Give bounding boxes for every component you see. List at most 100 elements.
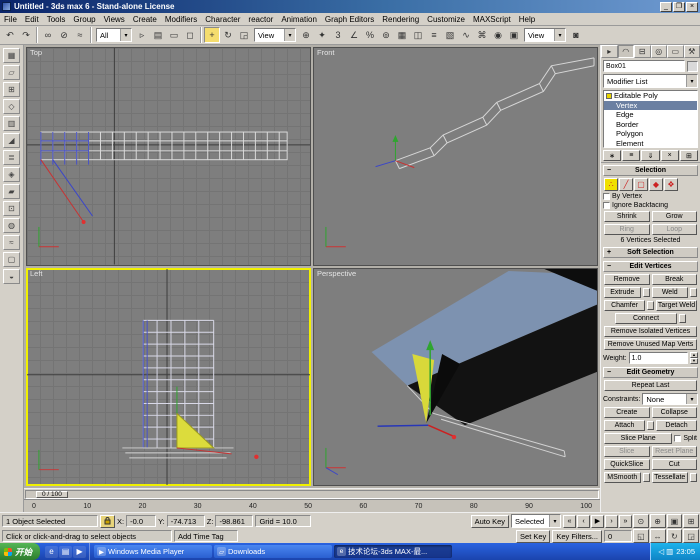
- redo-icon[interactable]: ↷: [18, 27, 34, 43]
- time-slider-handle[interactable]: 0 / 100: [36, 491, 68, 498]
- media-player-quicklaunch-icon[interactable]: ▶: [73, 546, 86, 558]
- make-unique-icon[interactable]: ⇓: [641, 150, 659, 161]
- remove-unused-map-verts-button[interactable]: Remove Unused Map Verts: [604, 339, 697, 350]
- add-time-tag[interactable]: Add Time Tag: [174, 530, 238, 542]
- polygon-mode-icon[interactable]: ◆: [649, 178, 663, 191]
- slice-button[interactable]: Slice: [604, 446, 650, 457]
- spinner-snap-icon[interactable]: ⊚: [378, 27, 394, 43]
- configure-modifier-sets-icon[interactable]: ⊞: [680, 150, 698, 161]
- region-zoom-icon[interactable]: ◱: [633, 529, 649, 543]
- dock-tool-icon-6[interactable]: ◢: [3, 133, 20, 148]
- shrink-button[interactable]: Shrink: [604, 211, 650, 222]
- border-mode-icon[interactable]: ▢: [634, 178, 648, 191]
- mirror-icon[interactable]: ◫: [410, 27, 426, 43]
- connect-button[interactable]: Connect: [615, 313, 677, 324]
- show-end-result-icon[interactable]: ≡: [622, 150, 640, 161]
- by-vertex-checkbox[interactable]: [603, 193, 610, 200]
- z-coordinate-field[interactable]: -98.861: [215, 515, 253, 527]
- named-selection-sets-icon[interactable]: ▦: [394, 27, 410, 43]
- ie-quicklaunch-icon[interactable]: e: [45, 546, 58, 558]
- menu-item[interactable]: reactor: [244, 13, 277, 25]
- show-desktop-icon[interactable]: ▤: [59, 546, 72, 558]
- menu-item[interactable]: Create: [129, 13, 161, 25]
- create-tab-icon[interactable]: ▸: [601, 45, 618, 58]
- element-mode-icon[interactable]: ❖: [664, 178, 678, 191]
- percent-snap-icon[interactable]: %: [362, 27, 378, 43]
- dock-tool-icon-10[interactable]: ⊡: [3, 201, 20, 216]
- menu-item[interactable]: File: [0, 13, 21, 25]
- menu-item[interactable]: Character: [201, 13, 244, 25]
- dock-tool-icon-2[interactable]: ▱: [3, 65, 20, 80]
- go-to-start-icon[interactable]: «: [563, 515, 576, 528]
- dock-tool-icon-3[interactable]: ⊞: [3, 82, 20, 97]
- collapse-button[interactable]: Collapse: [652, 407, 698, 418]
- unlink-selection-icon[interactable]: ⊘: [56, 27, 72, 43]
- loop-button[interactable]: Loop: [652, 224, 698, 235]
- menu-item[interactable]: MAXScript: [469, 13, 515, 25]
- render-scene-icon[interactable]: ▣: [506, 27, 522, 43]
- extrude-settings-icon[interactable]: [643, 288, 650, 297]
- ignore-backfacing-checkbox[interactable]: [603, 202, 610, 209]
- object-name-field[interactable]: Box01: [603, 60, 685, 72]
- viewport-perspective[interactable]: Perspective: [313, 268, 598, 487]
- viewport-top-label[interactable]: Top: [30, 48, 42, 57]
- select-and-link-icon[interactable]: ∞: [40, 27, 56, 43]
- selection-filter-dropdown[interactable]: All ▾: [96, 28, 132, 42]
- chamfer-settings-icon[interactable]: [647, 301, 654, 310]
- stack-subobject-item[interactable]: Vertex: [604, 101, 697, 111]
- close-button[interactable]: ×: [686, 2, 698, 12]
- start-button[interactable]: 开始: [0, 543, 40, 560]
- remove-button[interactable]: Remove: [604, 274, 650, 285]
- slice-plane-button[interactable]: Slice Plane: [604, 433, 672, 444]
- quickslice-button[interactable]: QuickSlice: [604, 459, 650, 470]
- select-and-rotate-icon[interactable]: ↻: [220, 27, 236, 43]
- attach-button[interactable]: Attach: [604, 420, 645, 431]
- modify-tab-icon[interactable]: ◠: [618, 45, 635, 58]
- task-downloads[interactable]: ▱ Downloads: [214, 545, 332, 558]
- align-icon[interactable]: ≡: [426, 27, 442, 43]
- stack-subobject-item[interactable]: Edge: [604, 110, 697, 120]
- edit-vertices-rollout-header[interactable]: − Edit Vertices: [603, 261, 698, 272]
- msmooth-settings-icon[interactable]: [643, 473, 650, 482]
- menu-item[interactable]: Customize: [423, 13, 469, 25]
- viewport-front-label[interactable]: Front: [317, 48, 335, 57]
- target-weld-button[interactable]: Target Weld: [656, 300, 697, 311]
- time-slider-track[interactable]: 0 / 100: [25, 490, 599, 499]
- soft-selection-rollout-header[interactable]: + Soft Selection: [603, 247, 698, 258]
- network-tray-icon[interactable]: ▥: [666, 547, 673, 556]
- quick-render-icon[interactable]: ◙: [568, 27, 584, 43]
- menu-item[interactable]: Edit: [21, 13, 43, 25]
- viewport-top[interactable]: Top: [26, 47, 311, 266]
- object-color-swatch[interactable]: [687, 61, 698, 72]
- tessellate-button[interactable]: Tessellate: [652, 472, 689, 483]
- menu-item[interactable]: Tools: [43, 13, 70, 25]
- stack-subobject-item[interactable]: Element: [604, 139, 697, 149]
- dock-tool-icon-4[interactable]: ◇: [3, 99, 20, 114]
- dock-tool-icon-13[interactable]: ▢: [3, 252, 20, 267]
- select-and-move-icon[interactable]: +: [204, 27, 220, 43]
- split-checkbox[interactable]: [674, 435, 681, 442]
- dock-tool-icon-5[interactable]: ▥: [3, 116, 20, 131]
- next-frame-icon[interactable]: ›: [605, 515, 618, 528]
- modifier-list-dropdown[interactable]: Modifier List ▾: [603, 74, 698, 88]
- menu-item[interactable]: Animation: [277, 13, 321, 25]
- connect-settings-icon[interactable]: [679, 314, 686, 323]
- auto-key-button[interactable]: Auto Key: [471, 515, 509, 528]
- dock-tool-icon-9[interactable]: ▰: [3, 184, 20, 199]
- menu-item[interactable]: Graph Editors: [321, 13, 378, 25]
- select-and-manipulate-icon[interactable]: ✦: [314, 27, 330, 43]
- render-type-dropdown[interactable]: View ▾: [524, 28, 566, 42]
- pin-stack-icon[interactable]: ∗: [603, 150, 621, 161]
- dock-tool-icon-8[interactable]: ◈: [3, 167, 20, 182]
- zoom-extents-all-icon[interactable]: ⊞: [683, 514, 699, 528]
- schematic-view-icon[interactable]: ⌘: [474, 27, 490, 43]
- key-filters-button[interactable]: Key Filters...: [552, 530, 602, 543]
- layer-manager-icon[interactable]: ▧: [442, 27, 458, 43]
- grow-button[interactable]: Grow: [652, 211, 698, 222]
- min-max-toggle-icon[interactable]: ◲: [683, 529, 699, 543]
- attach-settings-icon[interactable]: [647, 421, 654, 430]
- go-to-end-icon[interactable]: »: [619, 515, 632, 528]
- break-button[interactable]: Break: [652, 274, 698, 285]
- weld-button[interactable]: Weld: [652, 287, 689, 298]
- selection-rollout-header[interactable]: − Selection: [603, 165, 698, 176]
